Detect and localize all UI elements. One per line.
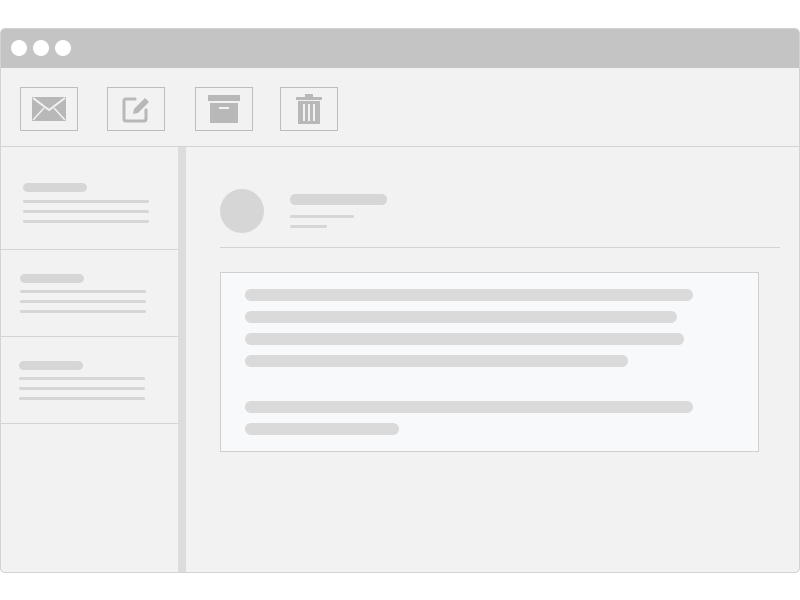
message-list [1, 147, 186, 572]
maximize-window-button[interactable] [55, 40, 71, 56]
sender-name-placeholder [290, 194, 387, 205]
message-preview-placeholder [23, 210, 149, 213]
message-preview-placeholder [23, 220, 149, 223]
inbox-button[interactable] [20, 87, 78, 131]
body-text-placeholder [245, 289, 693, 301]
message-preview-placeholder [20, 290, 146, 293]
message-preview-placeholder [20, 310, 146, 313]
message-reader-pane [186, 147, 799, 572]
message-subject-placeholder [20, 274, 84, 283]
archive-button[interactable] [195, 87, 253, 131]
compose-icon [122, 97, 149, 123]
message-preview-placeholder [19, 387, 145, 390]
body-text-placeholder [245, 311, 677, 323]
compose-button[interactable] [107, 87, 165, 131]
message-preview-placeholder [19, 377, 145, 380]
mail-app-window [0, 28, 800, 573]
message-preview-placeholder [23, 200, 149, 203]
message-subject-placeholder [23, 183, 87, 192]
body-text-placeholder [245, 333, 684, 345]
header-divider [220, 247, 780, 248]
envelope-icon [32, 97, 66, 121]
sender-avatar [220, 189, 264, 233]
trash-icon [296, 94, 322, 124]
sender-detail-placeholder [290, 215, 354, 218]
toolbar [1, 68, 799, 147]
sender-detail-placeholder [290, 225, 327, 228]
message-list-item[interactable] [1, 250, 178, 337]
archive-icon [208, 95, 240, 123]
message-preview-placeholder [19, 397, 145, 400]
message-body [220, 272, 759, 452]
body-text-placeholder [245, 423, 399, 435]
message-list-item[interactable] [1, 337, 178, 424]
body-text-placeholder [245, 355, 628, 367]
delete-button[interactable] [280, 87, 338, 131]
close-window-button[interactable] [11, 40, 27, 56]
body-text-placeholder [245, 401, 693, 413]
minimize-window-button[interactable] [33, 40, 49, 56]
title-bar [1, 29, 799, 68]
message-preview-placeholder [20, 300, 146, 303]
message-subject-placeholder [19, 361, 83, 370]
message-list-item[interactable] [1, 147, 178, 250]
